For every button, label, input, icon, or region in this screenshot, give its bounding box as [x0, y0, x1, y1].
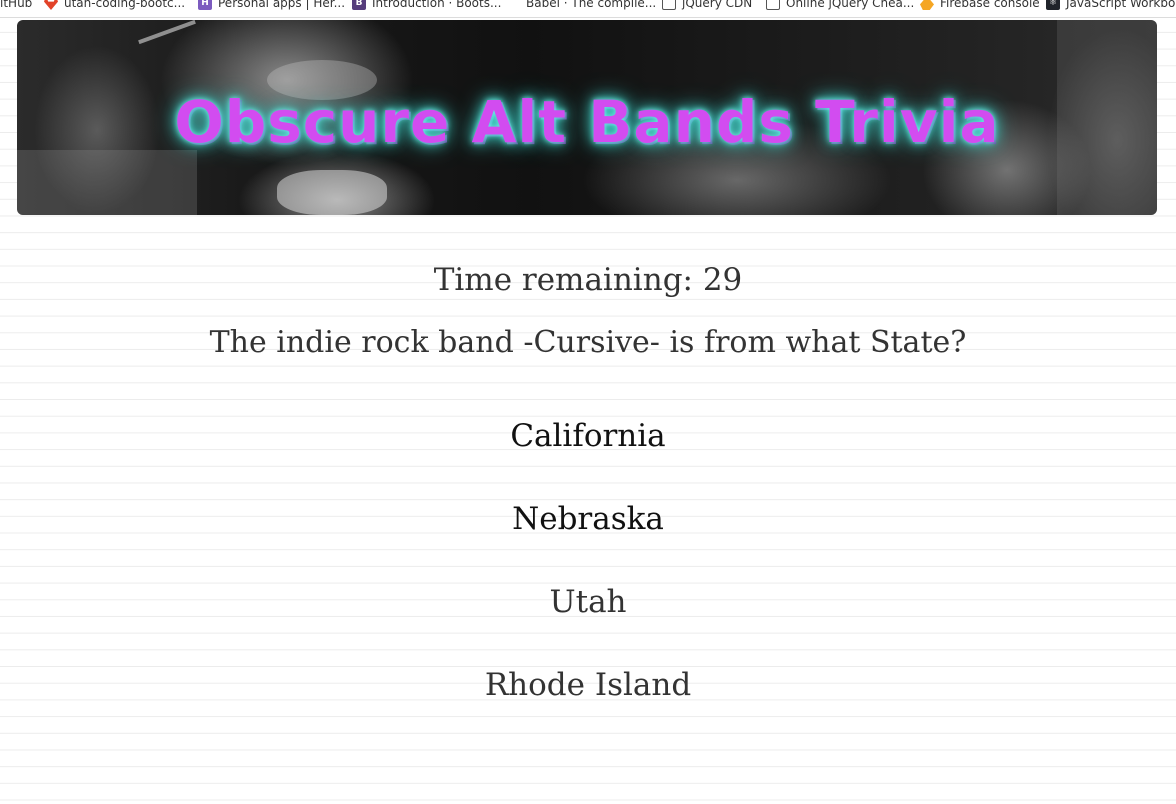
page-icon	[766, 0, 780, 10]
react-icon: ⚛	[1046, 0, 1060, 10]
bookmark-label: Personal apps | Her...	[218, 0, 346, 10]
bookmark-github[interactable]: itHub	[0, 0, 32, 13]
bookmark-label: itHub	[0, 0, 33, 10]
time-remaining: Time remaining: 29	[433, 262, 743, 298]
answer-option[interactable]: Rhode Island	[0, 667, 1176, 703]
bookmark-js-workbook[interactable]: ⚛ JavaScript Workboo	[1046, 0, 1176, 13]
bookmark-label: Firebase console	[940, 0, 1040, 10]
bookmark-bootstrap[interactable]: B Introduction · Boots...	[352, 0, 501, 13]
answer-option[interactable]: Utah	[0, 584, 1176, 620]
bookmark-label: jQuery CDN	[682, 0, 753, 10]
bookmark-label: Online jQuery Chea...	[786, 0, 915, 10]
bookmark-heroku[interactable]: H Personal apps | Her...	[198, 0, 345, 13]
banner-title: Obscure Alt Bands Trivia	[174, 88, 1000, 156]
babel-icon: →	[509, 0, 517, 8]
bookmark-jquery-cdn[interactable]: jQuery CDN	[662, 0, 752, 13]
bookmark-gitlab[interactable]: utah-coding-bootc...	[44, 0, 185, 13]
bookmark-jquery-cheatsheet[interactable]: Online jQuery Chea...	[766, 0, 914, 13]
bookmark-label: Introduction · Boots...	[372, 0, 502, 10]
bootstrap-icon: B	[352, 0, 366, 10]
answer-option[interactable]: Nebraska	[0, 501, 1176, 537]
gitlab-icon	[44, 0, 58, 10]
page-icon	[662, 0, 676, 10]
heroku-icon: H	[198, 0, 212, 10]
banner-decor	[138, 20, 196, 45]
bookmarks-bar: itHub utah-coding-bootc... H Personal ap…	[0, 0, 1176, 18]
drum-shape	[277, 170, 387, 215]
bookmark-label: Babel · The compile...	[526, 0, 657, 10]
bookmark-label: JavaScript Workboo	[1066, 0, 1176, 10]
question-text: The indie rock band -Cursive- is from wh…	[209, 325, 967, 360]
bookmark-firebase[interactable]: Firebase console	[920, 0, 1040, 13]
banner-image: Obscure Alt Bands Trivia	[17, 20, 1157, 215]
banner-decor	[17, 150, 197, 215]
bookmark-label: utah-coding-bootc...	[64, 0, 186, 10]
answer-option[interactable]: California	[0, 418, 1176, 454]
bookmark-babel[interactable]: → Babel · The compile...	[506, 0, 656, 13]
firebase-icon	[920, 0, 934, 10]
